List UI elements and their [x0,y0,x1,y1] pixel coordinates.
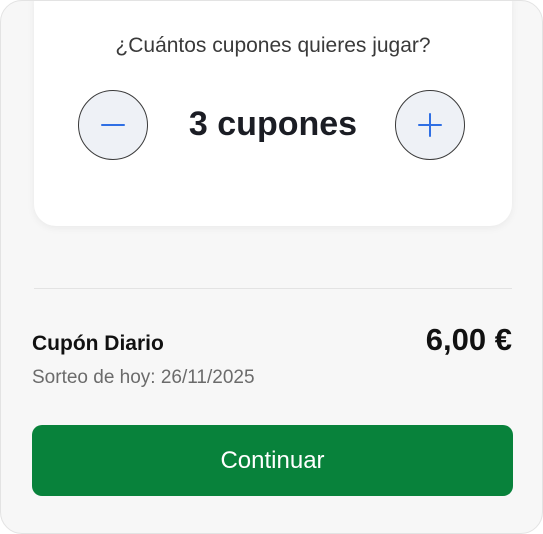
continue-button[interactable]: Continuar [32,425,513,496]
decrement-button[interactable] [78,90,148,160]
coupon-count: 3 cupones [188,105,358,143]
section-divider [34,288,512,289]
minus-icon [100,112,126,138]
coupon-quantity-card: ¿Cuántos cupones quieres jugar? 3 cupone… [34,1,512,226]
product-name: Cupón Diario [32,332,164,355]
total-price: 6,00 € [425,322,512,357]
coupon-screen: ¿Cuántos cupones quieres jugar? 3 cupone… [0,0,543,534]
increment-button[interactable] [395,90,465,160]
plus-icon [417,112,443,138]
draw-date: Sorteo de hoy: 26/11/2025 [32,367,255,388]
quantity-question: ¿Cuántos cupones quieres jugar? [115,34,431,57]
